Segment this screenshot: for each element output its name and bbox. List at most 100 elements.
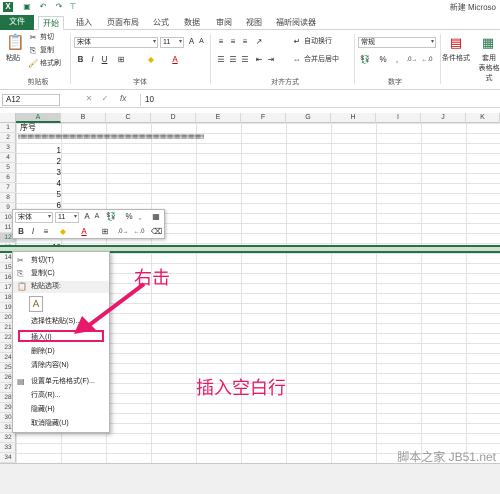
increase-decimal-icon[interactable]: .0→ <box>117 227 129 237</box>
italic-icon[interactable]: I <box>29 227 37 237</box>
font-name-combo[interactable]: 宋体 ▾ <box>74 37 158 48</box>
accounting-format-icon[interactable]: 💱 <box>105 212 117 222</box>
align-left-icon[interactable]: ☰ <box>216 55 226 65</box>
increase-decimal-icon[interactable]: .0→ <box>406 55 418 65</box>
tab-home[interactable]: 开始 <box>38 16 64 30</box>
paste-button[interactable]: 粘贴 <box>6 54 20 64</box>
orientation-icon[interactable]: ↗ <box>254 37 264 47</box>
column-header-b[interactable]: B <box>61 113 106 123</box>
fill-color-icon[interactable]: ◆ <box>57 227 69 237</box>
enter-icon[interactable]: ✓ <box>100 94 110 104</box>
wrap-text-button[interactable]: 自动换行 <box>304 37 332 47</box>
align-bottom-icon[interactable]: ≡ <box>240 37 250 47</box>
decrease-decimal-icon[interactable]: ←.0 <box>133 227 145 237</box>
font-color-icon[interactable]: A <box>79 227 89 237</box>
align-top-icon[interactable]: ≡ <box>216 37 226 47</box>
cell-a3[interactable]: 1 <box>16 146 61 156</box>
number-format-combo[interactable]: 常规 ▾ <box>358 37 436 48</box>
row-header-34[interactable]: 34 <box>0 453 16 463</box>
menu-item-unhide[interactable]: 取消隐藏(U) <box>13 418 109 430</box>
paste-option-icon[interactable]: A <box>29 296 43 312</box>
format-as-table-button[interactable]: 套用 表格格式 <box>476 54 500 84</box>
decrease-indent-icon[interactable]: ⇤ <box>254 55 264 65</box>
accounting-format-icon[interactable]: 💱 <box>358 55 372 65</box>
row-header-7[interactable]: 7 <box>0 183 16 193</box>
menu-item-cut[interactable]: ✂ 剪切(T) <box>13 255 109 267</box>
tab-foxit-reader[interactable]: 福昕阅读器 <box>272 16 320 30</box>
copy-button[interactable]: 复制 <box>40 46 54 56</box>
column-header-d[interactable]: D <box>151 113 196 123</box>
fill-color-icon[interactable]: ◆ <box>145 55 157 65</box>
align-middle-icon[interactable]: ≡ <box>228 37 238 47</box>
decrease-decimal-icon[interactable]: ←.0 <box>421 55 433 65</box>
font-size-combo[interactable]: 11 ▾ <box>160 37 184 48</box>
row-header-5[interactable]: 5 <box>0 163 16 173</box>
tab-page-layout[interactable]: 页面布局 <box>103 16 143 30</box>
menu-item-copy[interactable]: ⎘ 复制(C) <box>13 268 109 280</box>
row-header-8[interactable]: 8 <box>0 193 16 203</box>
column-header-h[interactable]: H <box>331 113 376 123</box>
borders-icon[interactable]: ⊞ <box>115 55 127 65</box>
tab-insert[interactable]: 插入 <box>72 16 96 30</box>
grow-font-icon[interactable]: A <box>83 212 91 222</box>
row-header-32[interactable]: 32 <box>0 433 16 443</box>
conditional-formatting-button[interactable]: 条件格式 <box>442 54 470 64</box>
bold-icon[interactable]: B <box>76 55 85 65</box>
row-header-3[interactable]: 3 <box>0 143 16 153</box>
insert-function-button[interactable]: fx <box>120 94 126 103</box>
column-header-c[interactable]: C <box>106 113 151 123</box>
save-icon[interactable]: ▣ <box>22 2 32 12</box>
mini-font-combo[interactable]: 宋体 ▾ <box>15 212 53 223</box>
align-right-icon[interactable]: ☰ <box>240 55 250 65</box>
clear-format-icon[interactable]: ⌫ <box>151 227 162 237</box>
column-header-e[interactable]: E <box>196 113 241 123</box>
mini-size-combo[interactable]: 11 ▾ <box>55 212 79 223</box>
menu-item-hide[interactable]: 隐藏(H) <box>13 404 109 416</box>
paste-icon[interactable]: 📋 <box>6 34 25 52</box>
align-center-icon[interactable]: ≡ <box>41 227 51 237</box>
column-header-i[interactable]: I <box>376 113 421 123</box>
cell-row-2[interactable]: !!!!!!!!!!!!!!!!!!!!!!!!!!!!!!!!!!!!!!!!… <box>18 133 500 143</box>
name-box[interactable]: A12 <box>2 94 60 106</box>
row-header-6[interactable]: 6 <box>0 173 16 183</box>
cancel-icon[interactable]: ✕ <box>84 94 94 104</box>
column-header-j[interactable]: J <box>421 113 466 123</box>
font-color-icon[interactable]: A <box>169 55 181 65</box>
merge-center-button[interactable]: 合并后居中 <box>304 55 339 65</box>
shrink-font-icon[interactable]: A <box>93 212 101 222</box>
shrink-font-icon[interactable]: A <box>197 37 206 47</box>
row-header-33[interactable]: 33 <box>0 443 16 453</box>
menu-item-format-cells[interactable]: ▤ 设置单元格格式(F)... <box>13 376 109 388</box>
borders-icon[interactable]: ⊞ <box>99 227 111 237</box>
row-header-1[interactable]: 1 <box>0 123 16 133</box>
tab-review[interactable]: 审阅 <box>212 16 236 30</box>
column-header-f[interactable]: F <box>241 113 286 123</box>
menu-item-delete[interactable]: 删除(D) <box>13 346 109 358</box>
menu-item-row-height[interactable]: 行高(R)... <box>13 390 109 402</box>
grow-font-icon[interactable]: A <box>187 37 196 47</box>
cut-button[interactable]: 剪切 <box>40 33 54 43</box>
percent-button[interactable]: % <box>378 55 388 65</box>
comma-button[interactable]: , <box>393 55 401 65</box>
tab-formulas[interactable]: 公式 <box>149 16 173 30</box>
cell-a6[interactable]: 4 <box>16 179 61 189</box>
underline-icon[interactable]: U <box>100 55 109 65</box>
cell-a7[interactable]: 5 <box>16 190 61 200</box>
align-center-icon[interactable]: ☰ <box>228 55 238 65</box>
cell-a1[interactable]: 序号 <box>20 123 36 133</box>
row-header-2[interactable]: 2 <box>0 133 16 143</box>
italic-icon[interactable]: I <box>88 55 97 65</box>
menu-item-clear-contents[interactable]: 清除内容(N) <box>13 360 109 372</box>
mini-percent-button[interactable]: % <box>125 212 133 222</box>
bold-icon[interactable]: B <box>17 227 25 237</box>
format-painter-button[interactable]: 格式刷 <box>40 59 61 69</box>
tab-file[interactable]: 文件 <box>0 15 34 30</box>
tab-data[interactable]: 数据 <box>180 16 204 30</box>
select-all-corner[interactable] <box>0 113 16 123</box>
undo-icon[interactable]: ↶ <box>38 2 48 12</box>
tab-view[interactable]: 视图 <box>242 16 266 30</box>
row-header-4[interactable]: 4 <box>0 153 16 163</box>
formula-input[interactable]: 10 <box>140 94 496 106</box>
column-header-k[interactable]: K <box>466 113 500 123</box>
redo-icon[interactable]: ↷ <box>54 2 64 12</box>
